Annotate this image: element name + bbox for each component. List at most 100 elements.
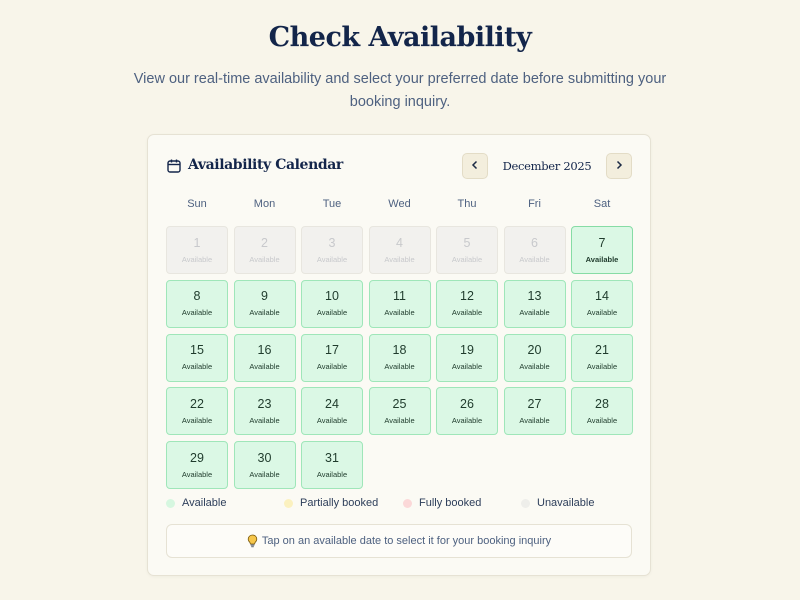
- day-number: 13: [527, 289, 542, 304]
- day-status: Available: [249, 469, 280, 479]
- calendar-day-31[interactable]: 31 Available: [301, 441, 363, 490]
- day-status: Available: [384, 415, 415, 425]
- day-status: Available: [586, 308, 618, 318]
- calendar-day-20[interactable]: 20 Available: [503, 333, 566, 382]
- calendar-day-21[interactable]: 21 Available: [571, 333, 633, 382]
- page-subtitle: View our real-time availability and sele…: [133, 71, 667, 110]
- calendar-day-25[interactable]: 25 Available: [368, 387, 431, 436]
- legend-item: Partially booked: [284, 497, 378, 509]
- availability-page: Check Availability View our real-time av…: [0, 0, 800, 600]
- day-status: Available: [519, 415, 550, 425]
- day-number: 9: [261, 289, 268, 304]
- chevron-right-icon: [614, 157, 624, 175]
- calendar-day-6: 6 Available: [503, 226, 566, 274]
- day-status: Available: [249, 254, 280, 264]
- calendar-day-7[interactable]: 7 Available: [571, 226, 633, 274]
- calendar-day-28[interactable]: 28 Available: [571, 387, 633, 436]
- day-status: Available: [384, 362, 415, 372]
- calendar-days: 1 Available 2 Available 3 Available 4 Available…: [166, 226, 633, 490]
- lightbulb-icon: [247, 534, 258, 548]
- day-status: Available: [519, 254, 550, 264]
- calendar-day-12[interactable]: 12 Available: [436, 279, 498, 328]
- day-number: 19: [460, 343, 474, 358]
- next-month-button[interactable]: [606, 153, 632, 179]
- day-number: 16: [257, 343, 272, 358]
- day-number: 23: [257, 396, 272, 411]
- day-status: Available: [316, 362, 348, 372]
- calendar-title: Availability Calendar: [188, 157, 343, 173]
- day-status: Available: [586, 362, 618, 372]
- calendar-legend: Available Partially booked Fully booked Una…: [166, 497, 634, 513]
- day-status: Available: [451, 254, 483, 264]
- availability-calendar-card: Availability Calendar December 2025 Sun: [147, 134, 651, 576]
- day-number: 2: [261, 235, 268, 250]
- calendar-day-17[interactable]: 17 Available: [301, 333, 363, 382]
- day-number: 14: [595, 289, 609, 304]
- day-number: 1: [193, 235, 201, 250]
- calendar-day-19[interactable]: 19 Available: [436, 333, 498, 382]
- weekday-header: Sat: [593, 198, 611, 210]
- day-status: Available: [586, 415, 618, 425]
- weekday-header: Mon: [253, 198, 276, 210]
- day-status: Available: [249, 415, 280, 425]
- day-number: 28: [595, 396, 609, 411]
- day-number: 24: [325, 396, 339, 411]
- day-number: 12: [460, 289, 474, 304]
- legend-item: Unavailable: [521, 497, 594, 509]
- legend-label: Unavailable: [537, 497, 595, 509]
- calendar-day-26[interactable]: 26 Available: [436, 387, 498, 436]
- day-status: Available: [181, 415, 213, 425]
- day-status: Available: [451, 415, 483, 425]
- day-status: Available: [519, 362, 550, 372]
- calendar-day-27[interactable]: 27 Available: [503, 387, 566, 436]
- day-number: 25: [392, 396, 407, 411]
- day-status: Available: [249, 308, 280, 318]
- day-number: 7: [598, 235, 606, 250]
- legend-swatch: [166, 498, 175, 508]
- calendar-day-13[interactable]: 13 Available: [503, 279, 566, 328]
- day-status: Available: [316, 254, 348, 264]
- day-status: Available: [451, 308, 483, 318]
- day-status: Available: [316, 308, 348, 318]
- calendar-day-11[interactable]: 11 Available: [368, 279, 431, 328]
- calendar-header: Availability Calendar December 2025: [148, 135, 650, 195]
- calendar-day-30[interactable]: 30 Available: [233, 441, 296, 490]
- day-number: 11: [393, 289, 406, 304]
- day-status: Available: [451, 362, 483, 372]
- calendar-day-1: 1 Available: [166, 226, 228, 274]
- day-status: Available: [249, 362, 280, 372]
- calendar-day-24[interactable]: 24 Available: [301, 387, 363, 436]
- day-number: 8: [193, 289, 201, 304]
- calendar-day-9[interactable]: 9 Available: [233, 279, 296, 328]
- weekday-header: Thu: [457, 198, 477, 210]
- legend-label: Fully booked: [419, 497, 482, 509]
- day-number: 27: [527, 396, 542, 411]
- calendar-day-23[interactable]: 23 Available: [233, 387, 296, 436]
- calendar-day-29[interactable]: 29 Available: [166, 441, 228, 490]
- calendar-day-14[interactable]: 14 Available: [571, 279, 633, 328]
- day-number: 31: [325, 450, 339, 465]
- calendar-day-18[interactable]: 18 Available: [368, 333, 431, 382]
- calendar-day-10[interactable]: 10 Available: [301, 279, 363, 328]
- day-number: 29: [190, 450, 204, 465]
- page-title: Check Availability: [268, 22, 532, 53]
- legend-item: Fully booked: [403, 497, 481, 509]
- calendar-day-16[interactable]: 16 Available: [233, 333, 296, 382]
- day-number: 3: [328, 235, 336, 250]
- current-month-label: December 2025: [502, 159, 592, 173]
- calendar-day-8[interactable]: 8 Available: [166, 279, 228, 328]
- day-number: 26: [460, 396, 474, 411]
- day-number: 4: [396, 235, 403, 250]
- day-number: 5: [463, 235, 471, 250]
- calendar-icon: [166, 158, 182, 174]
- calendar-day-15[interactable]: 15 Available: [166, 333, 228, 382]
- day-number: 10: [325, 289, 339, 304]
- calendar-day-22[interactable]: 22 Available: [166, 387, 228, 436]
- day-number: 18: [392, 343, 407, 358]
- day-status: Available: [181, 308, 213, 318]
- day-number: 20: [527, 343, 542, 358]
- chevron-left-icon: [470, 157, 480, 175]
- tip-text: Tap on an available date to select it fo…: [261, 535, 552, 547]
- previous-month-button[interactable]: [462, 153, 488, 179]
- day-number: 30: [257, 450, 272, 465]
